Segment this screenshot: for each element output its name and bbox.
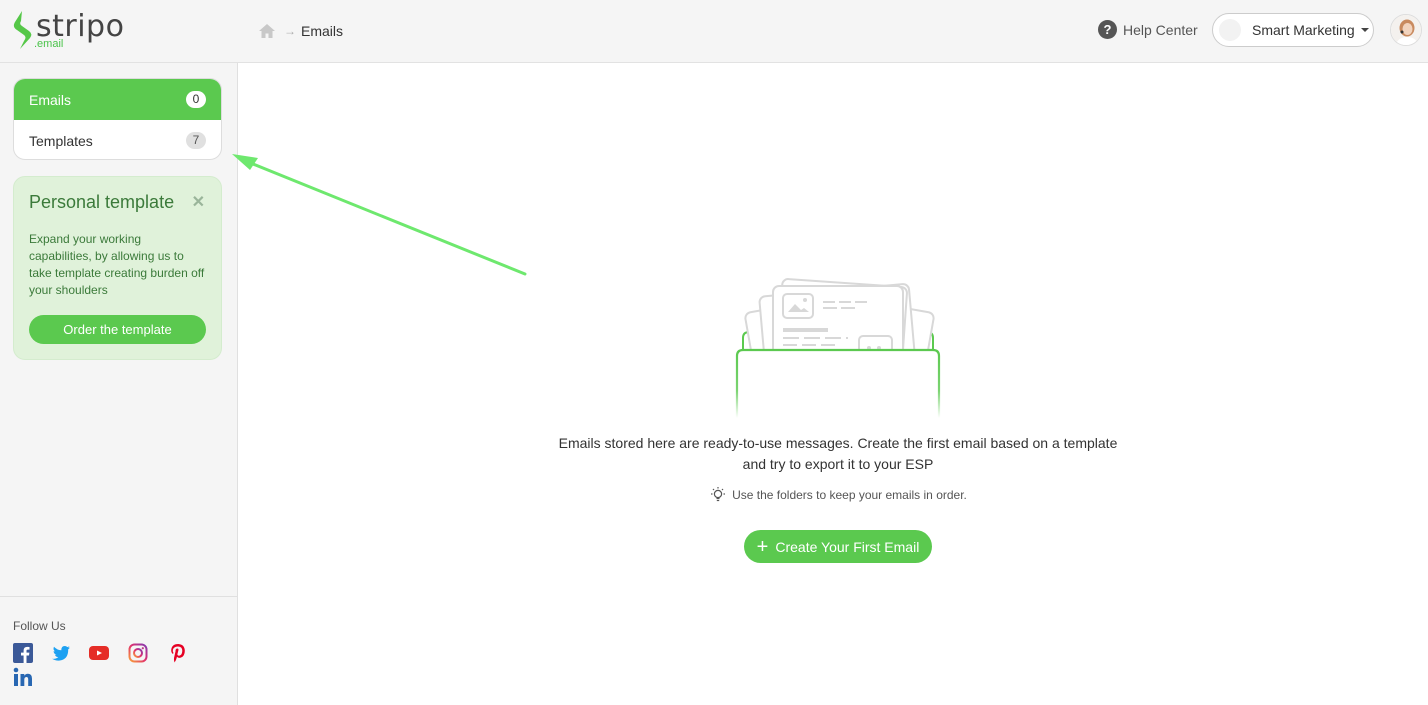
organization-name: Smart Marketing: [1252, 22, 1355, 38]
help-center-label: Help Center: [1123, 21, 1198, 38]
stripo-logo[interactable]: stripo .email: [12, 10, 124, 52]
question-icon: ?: [1098, 20, 1117, 39]
linkedin-icon[interactable]: [13, 667, 33, 687]
breadcrumb-current: Emails: [301, 23, 344, 39]
email-folder-illustration: [735, 278, 941, 418]
count-badge: 7: [186, 132, 206, 149]
main-content: Emails stored here are ready-to-use mess…: [238, 63, 1428, 705]
twitter-icon[interactable]: [51, 643, 71, 663]
create-first-email-button[interactable]: + Create Your First Email: [744, 530, 932, 563]
instagram-icon[interactable]: [128, 643, 148, 663]
tip-text: Use the folders to keep your emails in o…: [732, 488, 967, 502]
pinterest-icon[interactable]: [168, 643, 188, 663]
empty-state-message: Emails stored here are ready-to-use mess…: [538, 433, 1138, 475]
promo-title: Personal template: [29, 192, 175, 212]
avatar-image: [1391, 15, 1421, 45]
tip: Use the folders to keep your emails in o…: [538, 486, 1138, 504]
arrow-right-icon: →: [284, 24, 296, 38]
order-template-button[interactable]: Order the template: [29, 315, 206, 344]
logo-subtext: .email: [34, 38, 64, 50]
organization-logo: [1219, 19, 1241, 41]
caret-down-icon: [1360, 28, 1369, 32]
sidebar-nav: Emails 0 Templates 7: [13, 78, 222, 160]
create-first-email-label: Create Your First Email: [775, 538, 920, 555]
divider: [0, 596, 237, 597]
promo-description: Expand your working capabilities, by all…: [29, 232, 205, 297]
youtube-icon[interactable]: [89, 643, 109, 663]
top-header: stripo .email → Emails ? Help Center Sma…: [0, 0, 1428, 63]
sidebar: Emails 0 Templates 7 Personal template ✕…: [0, 63, 238, 705]
sidebar-item-label: Templates: [29, 132, 93, 149]
breadcrumb: → Emails: [258, 20, 343, 42]
follow-us-label: Follow Us: [13, 619, 66, 633]
facebook-icon[interactable]: [13, 643, 33, 663]
sidebar-item-emails[interactable]: Emails 0: [14, 79, 221, 120]
empty-state-line-2: and try to export it to your ESP: [742, 456, 934, 472]
sidebar-item-label: Emails: [29, 91, 72, 108]
home-icon[interactable]: [258, 22, 276, 40]
help-center-link[interactable]: ? Help Center: [1098, 20, 1198, 39]
lightbulb-icon: [711, 487, 726, 502]
stripo-logo-icon: [13, 11, 32, 49]
user-avatar[interactable]: [1390, 14, 1422, 46]
count-badge: 0: [186, 91, 206, 108]
plus-icon: +: [756, 535, 769, 558]
organization-selector[interactable]: Smart Marketing: [1212, 13, 1374, 47]
sidebar-item-templates[interactable]: Templates 7: [14, 120, 221, 159]
personal-template-promo: Personal template ✕ Expand your working …: [13, 176, 222, 360]
close-icon[interactable]: ✕: [192, 195, 205, 211]
empty-state-line-1: Emails stored here are ready-to-use mess…: [558, 435, 1118, 451]
